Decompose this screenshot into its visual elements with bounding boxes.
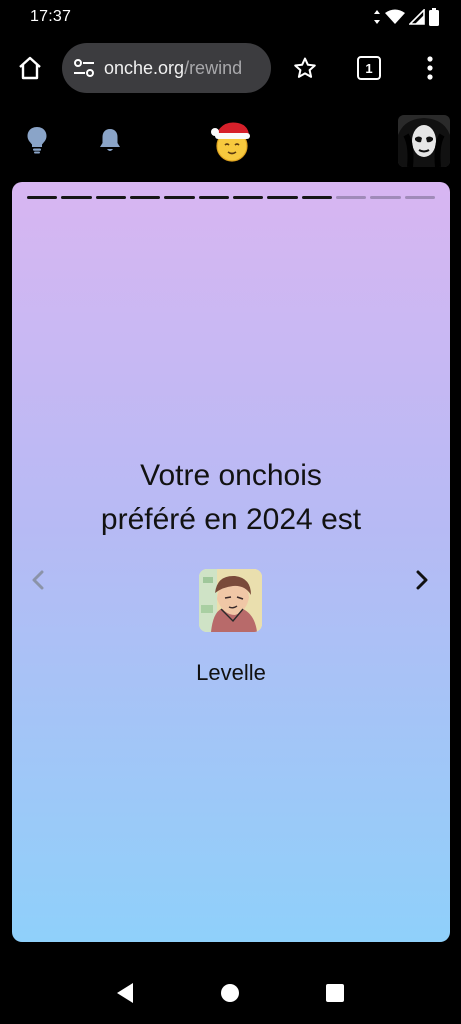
story-progress-segment xyxy=(370,196,401,199)
overflow-menu-button[interactable] xyxy=(406,40,454,96)
site-settings-icon[interactable] xyxy=(72,56,96,80)
favorite-user-avatar[interactable] xyxy=(199,569,262,632)
site-logo-button[interactable] xyxy=(208,118,254,164)
chevron-left-icon xyxy=(32,570,44,590)
user-avatar[interactable] xyxy=(398,115,450,167)
story-progress-bar xyxy=(27,196,435,199)
tab-switcher-button[interactable]: 1 xyxy=(345,40,393,96)
url-host: onche.org xyxy=(104,57,185,78)
system-recents-button[interactable] xyxy=(320,978,350,1008)
url-path: /rewind xyxy=(184,57,243,78)
story-title: Votre onchois préféré en 2024 est xyxy=(12,454,450,542)
bell-icon xyxy=(100,129,120,151)
status-time: 17:37 xyxy=(30,8,72,25)
story-progress-segment xyxy=(301,196,332,199)
story-title-line1: Votre onchois xyxy=(140,459,322,492)
favorite-user-avatar-image xyxy=(199,569,262,632)
status-bar: 17:37 xyxy=(0,0,461,36)
back-triangle-icon xyxy=(117,983,133,1003)
url-bar[interactable]: onche.org/rewind xyxy=(62,43,271,93)
bookmark-button[interactable] xyxy=(281,40,329,96)
data-arrows-icon xyxy=(374,10,380,24)
previous-slide-button[interactable] xyxy=(20,562,56,598)
story-progress-segment xyxy=(267,196,298,199)
system-back-button[interactable] xyxy=(110,978,140,1008)
story-progress-segment xyxy=(404,196,435,199)
story-title-line2: préféré en 2024 est xyxy=(100,503,362,536)
recents-square-icon xyxy=(326,984,344,1002)
wifi-icon xyxy=(385,9,405,24)
story-progress-segment xyxy=(335,196,367,199)
battery-icon xyxy=(429,8,439,26)
status-icons xyxy=(373,7,439,27)
home-icon xyxy=(19,56,41,80)
story-progress-segment xyxy=(164,196,195,199)
site-nav xyxy=(0,108,461,172)
next-slide-button[interactable] xyxy=(404,562,440,598)
bookmark-star-icon xyxy=(294,57,316,78)
santa-hat-logo-icon xyxy=(211,122,250,162)
system-home-button[interactable] xyxy=(215,978,245,1008)
favorite-user-name: Levelle xyxy=(196,660,266,685)
url-text: onche.org/rewind xyxy=(104,58,242,79)
story-progress-segment xyxy=(129,196,161,199)
story-progress-segment xyxy=(27,196,58,199)
story-progress-segment xyxy=(232,196,264,199)
user-avatar-image xyxy=(398,115,450,167)
home-circle-icon xyxy=(221,984,239,1002)
tabs-icon: 1 xyxy=(357,56,381,80)
story-progress-segment xyxy=(198,196,229,199)
story-progress-segment xyxy=(95,196,126,199)
rewind-story-card[interactable]: Votre onchois préféré en 2024 est Levell… xyxy=(12,182,450,942)
browser-toolbar: onche.org/rewind 1 xyxy=(0,40,461,96)
lightbulb-button[interactable] xyxy=(17,120,57,160)
lightbulb-icon xyxy=(27,127,47,154)
overflow-menu-icon xyxy=(427,56,433,80)
notifications-button[interactable] xyxy=(90,120,130,160)
home-button[interactable] xyxy=(6,40,54,96)
chevron-right-icon xyxy=(416,570,428,590)
signal-icon xyxy=(409,9,425,25)
system-navigation-bar xyxy=(0,964,461,1024)
story-progress-segment xyxy=(61,196,92,199)
